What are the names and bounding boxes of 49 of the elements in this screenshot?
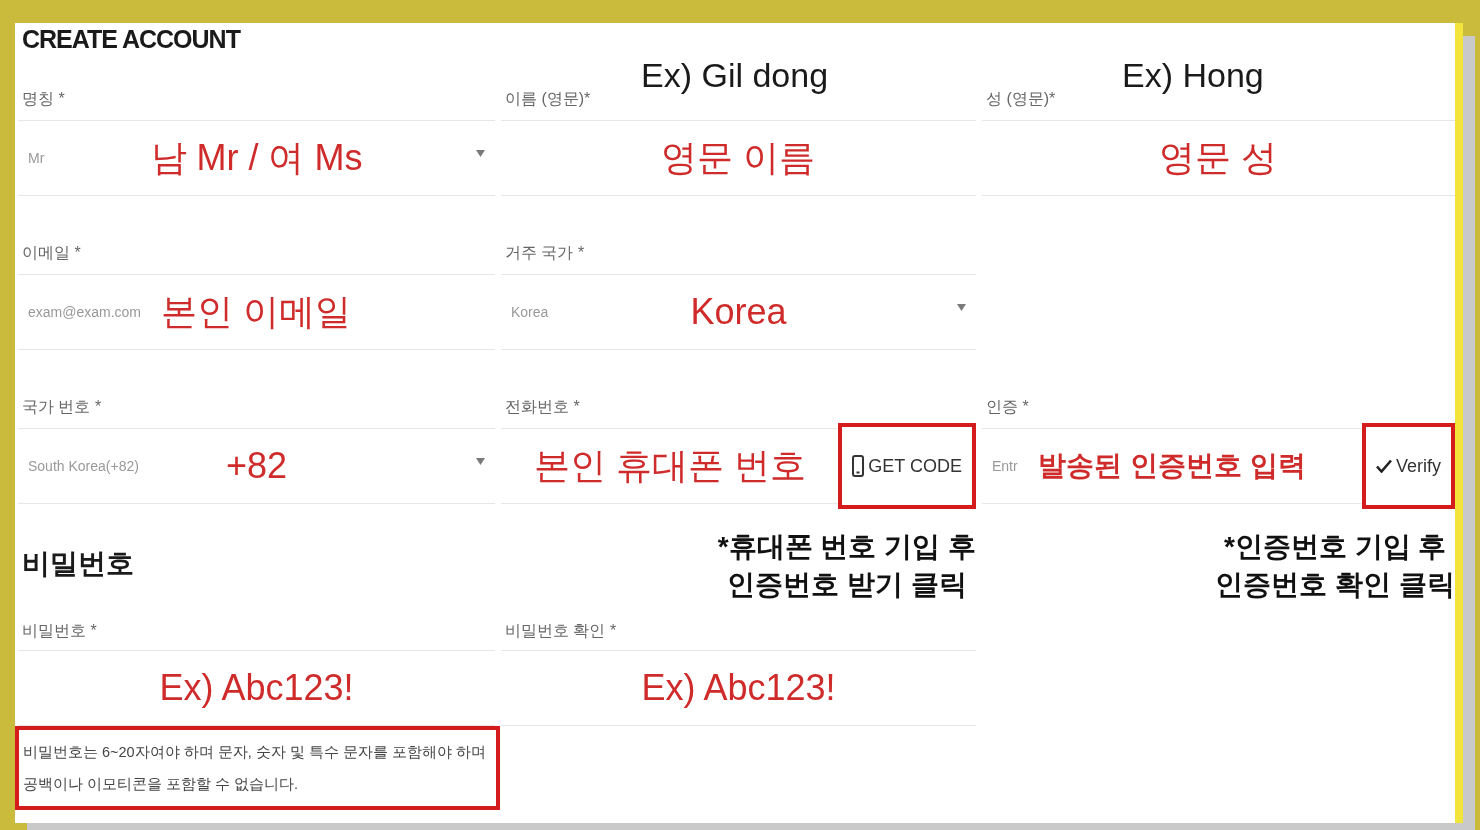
field-label: 거주 국가 *	[505, 243, 585, 263]
text-field[interactable]: Ex) Abc123!	[18, 650, 495, 726]
field-label: 비밀번호 *	[22, 621, 97, 641]
field-label: 이메일 *	[22, 243, 81, 263]
instruction-note: *휴대폰 번호 기입 후 인증번호 받기 클릭	[717, 530, 976, 602]
field-label: 전화번호 *	[505, 397, 580, 417]
phone-icon	[852, 455, 865, 477]
select-field[interactable]: Mr 남 Mr / 여 Ms	[18, 120, 495, 196]
annotation-text: 본인 휴대폰 번호	[533, 444, 806, 488]
annotation-text: 본인 이메일	[161, 290, 352, 334]
caret-icon	[476, 457, 485, 465]
select-field[interactable]: South Korea(+82) +82	[18, 428, 495, 504]
field-label: 국가 번호 *	[22, 397, 102, 417]
annotation-text: Ex) Abc123!	[641, 666, 836, 710]
field-label: 이름 (영문)*	[505, 89, 591, 109]
get-code-button[interactable]: GET CODE	[838, 423, 976, 509]
password-hint: 비밀번호는 6~20자여야 하며 문자, 숫자 및 특수 문자를 포함해야 하며 공백이나 이모티콘을 포함할 수 없습니다.	[15, 726, 500, 810]
select-field[interactable]: Korea Korea	[501, 274, 976, 350]
instruction-note: *인증번호 기입 후 인증번호 확인 클릭	[1215, 530, 1455, 602]
selected-value: South Korea(+82)	[28, 458, 139, 474]
field-label: 비밀번호 확인 *	[505, 621, 617, 641]
annotation-text: +82	[225, 444, 288, 488]
placeholder-text: Entr	[992, 458, 1018, 474]
text-field[interactable]: exam@exam.com 본인 이메일	[18, 274, 495, 350]
annotation-text: 발송된 인증번호 입력	[1038, 449, 1306, 483]
placeholder-text: exam@exam.com	[28, 304, 142, 320]
check-icon	[1375, 459, 1392, 473]
text-field[interactable]: 영문 이름	[501, 120, 976, 196]
annotation-text: 영문 성	[1159, 136, 1278, 180]
field-label: 성 (영문)*	[986, 89, 1056, 109]
field-label: 명칭 *	[22, 89, 65, 109]
selected-value: Mr	[28, 150, 45, 166]
example-annotation: Ex) Hong	[1122, 55, 1264, 95]
annotation-text: 영문 이름	[661, 136, 816, 180]
example-annotation: Ex) Gil dong	[641, 55, 829, 95]
text-field[interactable]: Entr 발송된 인증번호 입력	[982, 428, 1362, 504]
annotation-text: Ex) Abc123!	[159, 666, 354, 710]
annotation-text: 남 Mr / 여 Ms	[150, 136, 363, 180]
field-label: 인증 *	[986, 397, 1029, 417]
section-heading: 비밀번호	[22, 547, 134, 581]
text-field[interactable]: Ex) Abc123!	[501, 650, 976, 726]
text-field[interactable]: 본인 휴대폰 번호	[501, 428, 839, 504]
selected-value: Korea	[511, 304, 549, 320]
verify-button[interactable]: Verify	[1361, 423, 1455, 509]
annotation-text: Korea	[690, 290, 787, 334]
caret-icon	[957, 303, 966, 311]
text-field[interactable]: 영문 성	[982, 120, 1455, 196]
caret-icon	[476, 149, 485, 157]
page-title: CREATE ACCOUNT	[22, 24, 240, 55]
